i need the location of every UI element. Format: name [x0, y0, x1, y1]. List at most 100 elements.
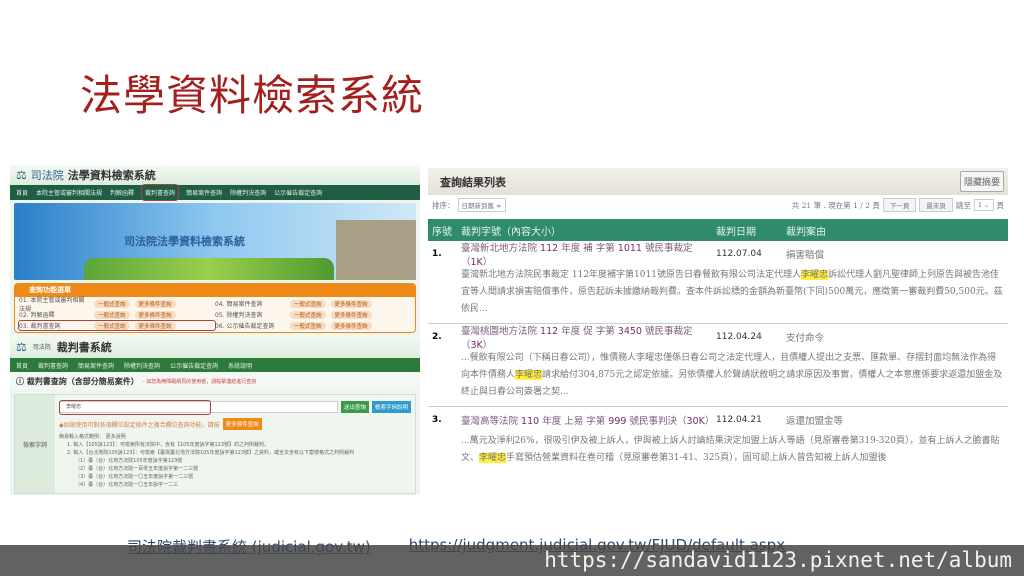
hint-text: ◆如欲使用可對各項欄位設定條件之複合欄位查詢功能，請按: [59, 421, 220, 429]
result-number: 1.: [432, 249, 442, 259]
simple-query-button[interactable]: 一般式查詢: [94, 299, 130, 308]
field-label: 檢索字詞: [15, 395, 55, 493]
menu-item[interactable]: 06. 公示催告裁定查詢 一般式查詢 更多條件查詢: [215, 321, 411, 330]
result-date: 112.04.24: [716, 332, 762, 342]
example-line: （1）臺（台）北地方法院105年度訴字第123號: [75, 458, 183, 464]
result-summary: ...餐飲有限公司（下稱日春公司），惟債務人李曜忠僅係日春公司之法定代理人，且債…: [432, 350, 1004, 406]
results-title-bar: 查詢結果列表 隱藏摘要: [428, 168, 1008, 195]
advanced-query-button[interactable]: 更多條件查詢: [134, 299, 176, 308]
results-screenshot: 查詢結果列表 隱藏摘要 排序： 日期新到舊 ≑ 共 21 筆 . 現在第 1 /…: [428, 168, 1008, 473]
case-type: 年度 促 字第: [561, 326, 615, 337]
scales-logo-icon: ⚖: [16, 339, 27, 354]
menu-item[interactable]: 04. 簡易案件查詢 一般式查詢 更多條件查詢: [215, 299, 411, 308]
year: 112: [540, 326, 559, 337]
nav-item[interactable]: 系統說明: [228, 361, 252, 370]
case-type: 年度 上易 字第: [542, 416, 606, 427]
advanced-query-button[interactable]: 更多條件查詢: [330, 299, 372, 308]
result-case-link[interactable]: 臺灣高等法院 110 年度 上易 字第 999 號民事判決（30K）: [461, 413, 716, 427]
court-name: 司法院: [32, 344, 51, 351]
hide-summary-button[interactable]: 隱藏摘要: [959, 171, 1004, 192]
court: 臺灣桃園地方法院: [461, 326, 538, 337]
banner-plants: [84, 258, 334, 280]
result-case-link[interactable]: 臺灣桃園地方法院 112 年度 促 字第 3450 號民事裁定（3K）: [461, 323, 716, 351]
menu-item[interactable]: 02. 判解函釋 一般式查詢 更多條件查詢: [19, 310, 215, 319]
advanced-query-button[interactable]: 更多條件查詢: [134, 310, 176, 319]
site-header: ⚖ 司法院 法學資料檢索系統: [10, 165, 420, 185]
summary-text: 手寫預估營業資料在卷可稽（見原審卷第31-41、325頁），固可認上訴人曾告知被…: [506, 453, 887, 463]
example-line: （4）臺（台）北地方法院一〇五年訴字一二三: [75, 482, 179, 488]
query-title-row: ⓘ 裁判書查詢（含部分簡易案件） - 如您為無障礙網頁的使用者，請點擊連結進行查詢: [10, 372, 420, 390]
nav-item[interactable]: 公示催告裁定查詢: [274, 188, 322, 197]
nav-item[interactable]: 首頁: [16, 361, 28, 370]
nav-item[interactable]: 除權判決查詢: [230, 188, 266, 197]
scales-logo-icon: ⚖: [16, 168, 27, 182]
simple-query-button[interactable]: 一般式查詢: [290, 299, 326, 308]
more-conditions-button[interactable]: 更多條件查詢: [222, 418, 262, 430]
menu-item-label: 03. 裁判書查詢: [19, 323, 61, 330]
summary-text: 臺灣新北地方法院民事裁定 112年度補字第1011號原告日春餐飲有限公司法定代理…: [461, 270, 801, 280]
highlight-box: [59, 400, 211, 415]
simple-query-button[interactable]: 一般式查詢: [94, 310, 130, 319]
result-row: 2. 臺灣桃園地方法院 112 年度 促 字第 3450 號民事裁定（3K） 1…: [428, 324, 1008, 407]
next-page-button[interactable]: 下一頁: [882, 198, 917, 212]
result-case-link[interactable]: 臺灣新北地方法院 112 年度 補 字第 1011 號民事裁定（1K）: [461, 240, 716, 268]
sort-pagination-row: 排序： 日期新到舊 ≑ 共 21 筆 . 現在第 1 / 2 頁 下一頁 最末頁…: [428, 195, 1008, 215]
simple-query-button[interactable]: 一般式查詢: [290, 310, 326, 319]
nav-item[interactable]: 判解函釋: [110, 188, 134, 197]
advanced-query-button[interactable]: 更多條件查詢: [134, 321, 176, 330]
summary-text: 請求給付304,875元之認定依據。另依債權人於聲請狀敘明之請求原因及事實，債權…: [461, 370, 1003, 397]
result-cause: 返還加盟金等: [786, 416, 844, 427]
menu-item-judgment[interactable]: 03. 裁判書查詢 一般式查詢 更多條件查詢: [18, 320, 216, 331]
banner-building: [336, 220, 416, 280]
sort-select[interactable]: 日期新到舊 ≑: [457, 198, 506, 212]
page-select[interactable]: 1 ⌄: [973, 199, 994, 211]
nav-item[interactable]: 公示催告裁定查詢: [170, 361, 218, 370]
jump-label: 跳至: [955, 200, 971, 210]
nav-item[interactable]: 首頁: [16, 188, 28, 197]
results-title: 查詢結果列表: [440, 175, 506, 189]
result-date: 112.07.04: [716, 249, 762, 259]
keyword-help-button[interactable]: 檢索字詞說明: [371, 401, 411, 413]
result-row: 3. 臺灣高等法院 110 年度 上易 字第 999 號民事判決（30K） 11…: [428, 407, 1008, 473]
col-header: 裁判字號（內容大小）: [461, 226, 561, 238]
example-line: 2. 輸入【台北地院105訴123】：可檢索【臺灣臺北地方法院105年度訴字第1…: [67, 450, 355, 456]
case-type: 年度 補 字第: [561, 243, 615, 254]
year: 112: [540, 243, 559, 254]
nav-item-judgment-search[interactable]: 裁判書查詢: [141, 184, 180, 201]
system-name: 法學資料檢索系統: [67, 169, 156, 182]
table-header: 序號 裁判字號（內容大小） 裁判日期 裁判案由: [428, 219, 1008, 241]
keyword-highlight: 李曜忠: [515, 370, 543, 380]
simple-query-button[interactable]: 一般式查詢: [290, 321, 326, 330]
submit-query-button[interactable]: 送出查詢: [340, 401, 369, 413]
court-name: 司法院: [30, 169, 64, 182]
result-number: 2.: [432, 332, 442, 342]
banner-title: 司法院法學資料檢索系統: [124, 235, 245, 248]
nav-item[interactable]: 簡易案件查詢: [78, 361, 114, 370]
watermark-text: https://sandavid1123.pixnet.net/album: [544, 548, 1012, 572]
nav-item[interactable]: 除權判決查詢: [124, 361, 160, 370]
result-date: 112.04.21: [716, 415, 762, 425]
nav-item[interactable]: 裁判書查詢: [38, 361, 68, 370]
advanced-query-button[interactable]: 更多條件查詢: [330, 310, 372, 319]
menu-item[interactable]: 05. 除權判決查詢 一般式查詢 更多條件查詢: [215, 310, 411, 319]
keyword-input[interactable]: 李曜忠: [59, 400, 338, 415]
col-header: 裁判日期: [716, 226, 756, 238]
info-icon: ⓘ: [16, 376, 27, 386]
court: 臺灣新北地方法院: [461, 243, 538, 254]
result-number: 3.: [432, 415, 442, 425]
simple-query-button[interactable]: 一般式查詢: [94, 321, 130, 330]
advanced-query-button[interactable]: 更多條件查詢: [330, 321, 372, 330]
menu-item[interactable]: 01. 本院主管或審判相關法規 一般式查詢 更多條件查詢: [19, 297, 215, 313]
slide-title: 法學資料檢索系統: [80, 71, 425, 120]
judicial-system-screenshot: ⚖ 司法院 法學資料檢索系統 首頁 本院主管或審判相關法規 判解函釋 裁判書查詢…: [10, 165, 420, 495]
last-page-button[interactable]: 最末頁: [919, 198, 953, 212]
col-header: 裁判案由: [786, 226, 826, 238]
menu-item-label: 05. 除權判決查詢: [215, 312, 263, 319]
nav-item[interactable]: 簡易案件查詢: [186, 188, 222, 197]
result-cause: 支付命令: [786, 333, 825, 344]
query-menu: 查詢功能選單 01. 本院主管或審判相關法規 一般式查詢 更多條件查詢 04. 簡易…: [14, 283, 416, 333]
nav-item[interactable]: 本院主管或審判相關法規: [36, 188, 102, 197]
result-cause: 損害賠償: [786, 250, 825, 261]
menu-item-label: 04. 簡易案件查詢: [215, 301, 263, 308]
case-number: 3450: [617, 326, 642, 337]
